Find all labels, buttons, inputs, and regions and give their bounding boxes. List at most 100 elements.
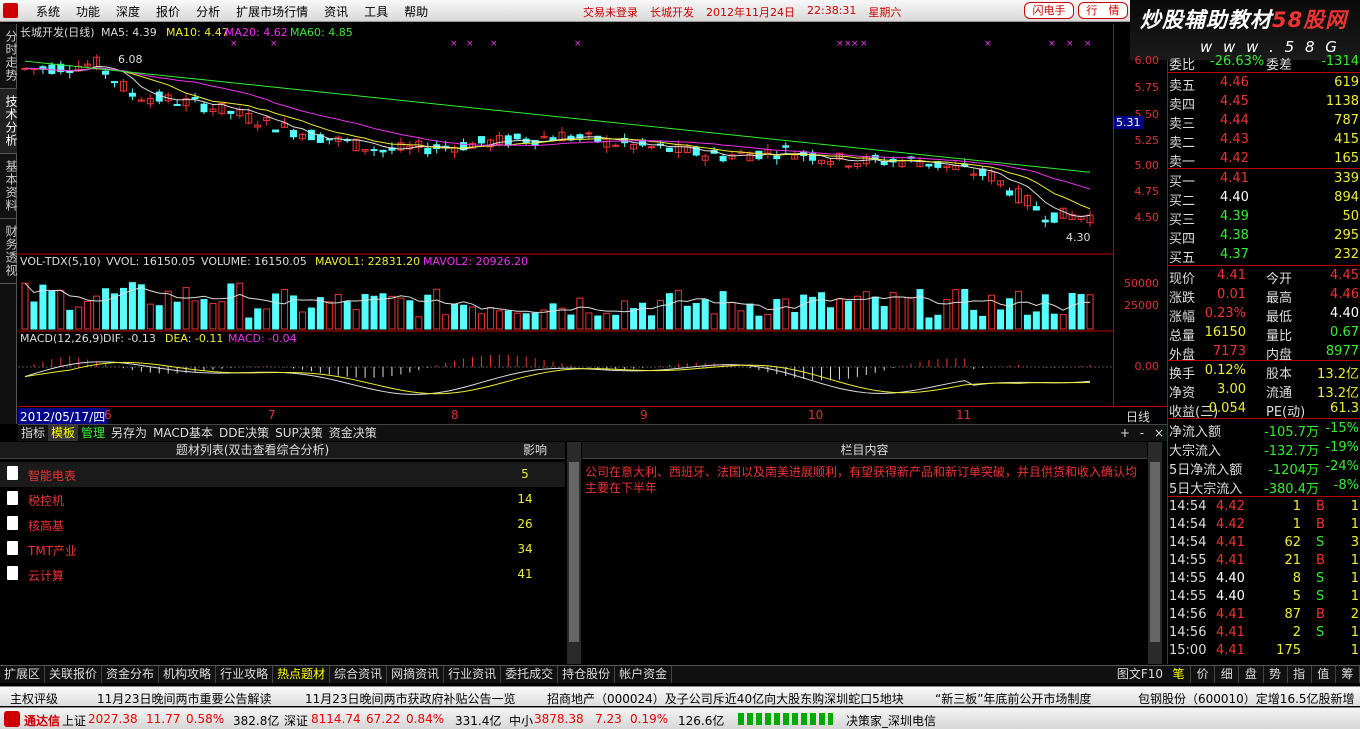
bid-row: 买五 4.37 232 bbox=[1169, 247, 1359, 266]
menu-quote[interactable]: 报价 bbox=[148, 3, 188, 20]
candle-body bbox=[290, 129, 297, 138]
topic-row[interactable]: 智能电表 5 bbox=[0, 462, 565, 487]
menu-tools[interactable]: 工具 bbox=[356, 3, 396, 20]
tab-industry-news[interactable]: 行业资讯 bbox=[444, 666, 502, 683]
topic-row[interactable]: 税控机 14 bbox=[0, 487, 565, 512]
login-status[interactable]: 交易未登录 bbox=[583, 4, 638, 20]
volume-bar bbox=[111, 293, 118, 330]
volume-bar bbox=[182, 287, 190, 330]
tab-related[interactable]: 关联报价 bbox=[45, 666, 103, 683]
tab-account[interactable]: 帐户资金 bbox=[615, 666, 673, 683]
event-marker: × bbox=[851, 39, 859, 49]
topic-scrollbar[interactable] bbox=[567, 442, 581, 664]
app-logo-icon[interactable] bbox=[3, 3, 18, 18]
tab-technical[interactable]: 技术分析 bbox=[0, 89, 18, 154]
tab-save-as[interactable]: 另存为 bbox=[108, 425, 150, 441]
news-item[interactable]: 招商地产（000024）及子公司斥近40亿向大股东购深圳蛇口5地块 bbox=[547, 690, 904, 706]
tab-trend[interactable]: 势 bbox=[1264, 666, 1288, 683]
tab-chips[interactable]: 筹 bbox=[1336, 666, 1360, 683]
news-item[interactable]: 11月23日晚间两市重要公告解读 bbox=[97, 690, 272, 706]
menu-function[interactable]: 功能 bbox=[68, 3, 108, 20]
volume-bar bbox=[424, 294, 432, 330]
news-item[interactable]: 包钢股份（600010）定增16.5亿股新增 bbox=[1138, 690, 1355, 706]
volume-bar bbox=[460, 304, 468, 330]
content-scrollbar[interactable] bbox=[1148, 442, 1162, 664]
menu-depth[interactable]: 深度 bbox=[108, 3, 148, 20]
tab-price[interactable]: 价 bbox=[1191, 666, 1216, 683]
sz-change: 67.22 bbox=[366, 712, 401, 726]
tab-holdings[interactable]: 持仓股份 bbox=[558, 666, 616, 683]
news-item[interactable]: “新三板”年底前公开市场制度 bbox=[935, 690, 1091, 706]
volume-bar bbox=[630, 308, 638, 330]
tab-fund-dist[interactable]: 资金分布 bbox=[102, 666, 160, 683]
news-item[interactable]: 主权评级 bbox=[10, 690, 58, 706]
tab-fundamental[interactable]: 基本资料 bbox=[0, 154, 18, 219]
candle-body bbox=[773, 155, 781, 160]
tab-trades[interactable]: 笔 bbox=[1167, 666, 1192, 683]
tab-hot-topic[interactable]: 热点题材 bbox=[273, 666, 331, 683]
tab-inst[interactable]: 机构攻略 bbox=[159, 666, 217, 683]
volume-bar bbox=[925, 317, 933, 330]
volume-bar bbox=[889, 292, 897, 330]
menu-system[interactable]: 系统 bbox=[28, 3, 68, 20]
tab-web-news[interactable]: 网摘资讯 bbox=[387, 666, 445, 683]
tab-detail[interactable]: 细 bbox=[1215, 666, 1240, 683]
impact-header[interactable]: 影响 bbox=[505, 442, 565, 459]
document-icon bbox=[7, 466, 18, 480]
topic-list-header[interactable]: 题材列表(双击查看综合分析) bbox=[0, 442, 505, 459]
f10-button[interactable]: 图文F10 bbox=[1113, 666, 1167, 683]
zoom-in-button[interactable]: + bbox=[1117, 425, 1133, 441]
toolbar-right: + - × bbox=[1117, 425, 1167, 441]
kline-chart[interactable]: × × × × × × × × × × × × × × 长城开发(日线) MA5: 4.39 MA10: … bbox=[18, 24, 1113, 406]
tick-row: 14:54 4.42 1 B 1 bbox=[1169, 517, 1359, 532]
tab-order[interactable]: 盘 bbox=[1239, 666, 1264, 683]
zx-label: 中小 bbox=[509, 714, 534, 728]
menu-ext-market[interactable]: 扩展市场行情 bbox=[228, 3, 316, 20]
menu-help[interactable]: 帮助 bbox=[396, 3, 436, 20]
price-tick: 4.75 bbox=[1134, 185, 1160, 198]
candle-body bbox=[379, 149, 387, 153]
news-item[interactable]: 11月23日晚间两市获政府补贴公告一览 bbox=[305, 690, 516, 706]
zx-amount: 126.6亿 bbox=[678, 714, 725, 728]
bid-row: 买三 4.39 50 bbox=[1169, 209, 1359, 228]
flash-trade-button[interactable]: 闪电手 bbox=[1024, 2, 1074, 19]
period-label[interactable]: 日线 bbox=[1126, 408, 1150, 425]
tab-sup[interactable]: SUP决策 bbox=[272, 425, 326, 441]
volume-bar bbox=[469, 306, 476, 330]
tab-template[interactable]: 模板 bbox=[48, 425, 79, 441]
tab-indicator[interactable]: 指标 bbox=[18, 425, 48, 441]
tab-value[interactable]: 值 bbox=[1312, 666, 1336, 683]
tab-index[interactable]: 指 bbox=[1288, 666, 1312, 683]
menu-analysis[interactable]: 分析 bbox=[188, 3, 228, 20]
menu-info[interactable]: 资讯 bbox=[316, 3, 356, 20]
quote-button[interactable]: 行 情 bbox=[1078, 2, 1128, 19]
tab-orders[interactable]: 委托成交 bbox=[501, 666, 559, 683]
volume-bar bbox=[397, 297, 405, 330]
main-menu: 系统 功能 深度 报价 分析 扩展市场行情 资讯 工具 帮助 bbox=[28, 3, 436, 20]
tab-dde[interactable]: DDE决策 bbox=[216, 425, 272, 441]
tab-financial[interactable]: 财务透视 bbox=[0, 219, 18, 284]
tab-intraday[interactable]: 分时走势 bbox=[0, 24, 18, 89]
topic-row[interactable]: 云计算 41 bbox=[0, 562, 565, 587]
candle-body bbox=[477, 136, 485, 144]
event-marker: × bbox=[490, 39, 498, 49]
tab-fund[interactable]: 资金决策 bbox=[326, 425, 380, 441]
volume-bar bbox=[316, 297, 324, 330]
ma-line bbox=[24, 65, 1091, 218]
zoom-out-button[interactable]: - bbox=[1137, 425, 1147, 441]
tab-news[interactable]: 综合资讯 bbox=[330, 666, 388, 683]
sh-change: 11.77 bbox=[146, 712, 181, 726]
share-row: 收益(三) 0.054 PE(动) 61.3 bbox=[1169, 401, 1359, 420]
topic-row[interactable]: 核高基 26 bbox=[0, 512, 565, 537]
volume-bar bbox=[415, 316, 423, 330]
tick-row: 14:55 4.40 5 S 1 bbox=[1169, 589, 1359, 604]
tab-manage[interactable]: 管理 bbox=[78, 425, 108, 441]
connection-status[interactable]: 决策家_深圳电信 bbox=[846, 712, 936, 729]
volume-bar bbox=[997, 309, 1005, 330]
close-icon[interactable]: × bbox=[1151, 425, 1167, 441]
topic-row[interactable]: TMT产业 34 bbox=[0, 537, 565, 562]
tab-ext[interactable]: 扩展区 bbox=[0, 666, 46, 683]
tab-macd-basic[interactable]: MACD基本 bbox=[150, 425, 216, 441]
tab-industry-guide[interactable]: 行业攻略 bbox=[216, 666, 274, 683]
volume-bar bbox=[952, 289, 960, 330]
